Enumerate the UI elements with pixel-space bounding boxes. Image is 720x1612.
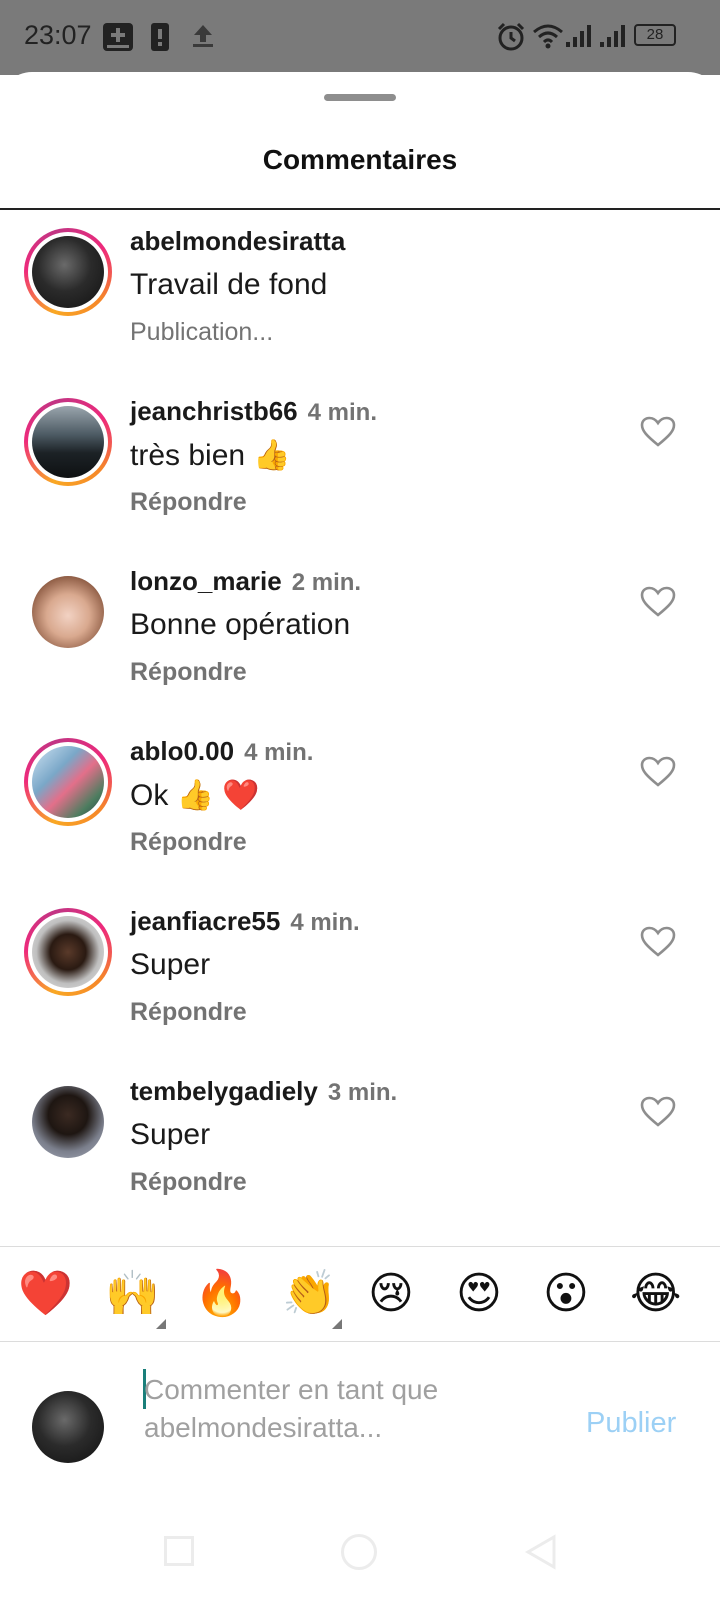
comment-username[interactable]: lonzo_marie: [130, 566, 282, 596]
emoji-fire[interactable]: 🔥: [194, 1269, 249, 1319]
comment-item: jeanchristb66 4 min. très bien 👍 Répondre: [0, 396, 720, 566]
alarm-icon: [497, 22, 525, 51]
comment-item: ablo0.00 4 min. Ok 👍 ❤️ Répondre: [0, 736, 720, 906]
divider: [0, 208, 720, 210]
comment-text: Super: [130, 1118, 211, 1151]
like-heart-icon[interactable]: [640, 586, 676, 618]
avatar[interactable]: [24, 738, 112, 826]
comment-text: Super: [130, 948, 211, 981]
reply-button[interactable]: Répondre: [130, 828, 247, 857]
avatar[interactable]: [24, 398, 112, 486]
comment-username[interactable]: jeanfiacre55: [130, 906, 280, 936]
comment-item: abelmondesiratta Travail de fond Publica…: [0, 226, 720, 396]
recent-apps-button[interactable]: [164, 1536, 194, 1566]
emoji-heart[interactable]: ❤️: [18, 1269, 73, 1319]
comment-composer: Commenter en tant que abelmondesiratta..…: [0, 1343, 720, 1513]
avatar[interactable]: [24, 908, 112, 996]
phone-icon: [151, 23, 169, 51]
comment-header: tembelygadiely 3 min.: [130, 1076, 397, 1107]
like-heart-icon[interactable]: [640, 1096, 676, 1128]
comment-header: ablo0.00 4 min.: [130, 736, 313, 767]
comment-text: Ok 👍 ❤️: [130, 779, 260, 812]
emoji-reaction-bar: ❤️ 🙌 🔥 👏 😢 😍 😮 😂: [0, 1246, 720, 1342]
reply-button[interactable]: Répondre: [130, 488, 247, 517]
home-button[interactable]: [341, 1534, 377, 1570]
battery-icon: 28: [634, 24, 676, 46]
reply-button[interactable]: Répondre: [130, 658, 247, 687]
emoji-surprised-face[interactable]: 😮: [543, 1269, 589, 1319]
skin-tone-indicator: [156, 1319, 166, 1329]
comment-time: 4 min.: [290, 909, 360, 936]
avatar[interactable]: [24, 228, 112, 316]
comment-time: 4 min.: [244, 739, 314, 766]
battery-level: 28: [646, 26, 664, 43]
comment-input[interactable]: Commenter en tant que abelmondesiratta..…: [144, 1371, 564, 1447]
status-time: 23:07: [24, 20, 92, 50]
publish-button[interactable]: Publier: [586, 1407, 676, 1440]
comment-username[interactable]: tembelygadiely: [130, 1076, 318, 1106]
reply-button[interactable]: Répondre: [130, 1168, 247, 1197]
like-heart-icon[interactable]: [640, 416, 676, 448]
comment-header: abelmondesiratta: [130, 226, 345, 257]
emoji-tears-of-joy[interactable]: 😂: [630, 1269, 681, 1319]
comment-username[interactable]: ablo0.00: [130, 736, 234, 766]
sheet-title: Commentaires: [262, 144, 458, 175]
comment-text: très bien 👍: [130, 439, 291, 472]
comment-item: jeanfiacre55 4 min. Super Répondre: [0, 906, 720, 1076]
signal-icon: [566, 25, 591, 47]
avatar: [24, 1383, 112, 1471]
comment-header: lonzo_marie 2 min.: [130, 566, 361, 597]
signal-icon: [600, 25, 625, 47]
comment-time: 4 min.: [307, 399, 377, 426]
like-heart-icon[interactable]: [640, 926, 676, 958]
comment-username[interactable]: jeanchristb66: [130, 396, 298, 426]
back-button[interactable]: [524, 1534, 558, 1570]
comment-item: tembelygadiely 3 min. Super Répondre: [0, 1076, 720, 1246]
avatar[interactable]: [24, 568, 112, 656]
comment-text: Travail de fond: [130, 268, 328, 301]
comment-header: jeanchristb66 4 min.: [130, 396, 377, 427]
comment-time: 2 min.: [291, 569, 362, 596]
emoji-raising-hands[interactable]: 🙌: [105, 1269, 160, 1319]
system-navigation-bar: [0, 1502, 720, 1612]
status-bar: 23:07 28: [0, 0, 720, 75]
like-heart-icon[interactable]: [640, 756, 676, 788]
upload-icon: [193, 25, 213, 47]
wifi-icon: [533, 24, 563, 49]
add-box-icon: [103, 23, 133, 51]
skin-tone-indicator: [332, 1319, 342, 1329]
avatar[interactable]: [24, 1078, 112, 1166]
comment-header: jeanfiacre55 4 min.: [130, 906, 360, 937]
comment-time: 3 min.: [327, 1079, 398, 1106]
comment-item: lonzo_marie 2 min. Bonne opération Répond…: [0, 566, 720, 736]
reply-button[interactable]: Répondre: [130, 998, 247, 1027]
comment-text: Bonne opération: [130, 608, 351, 641]
emoji-heart-eyes[interactable]: 😍: [456, 1269, 502, 1319]
comment-status: Publication...: [130, 318, 274, 346]
comment-username[interactable]: abelmondesiratta: [130, 226, 345, 256]
drag-handle[interactable]: [324, 94, 396, 101]
emoji-crying-face[interactable]: 😢: [368, 1269, 414, 1319]
emoji-clapping-hands[interactable]: 👏: [282, 1269, 337, 1319]
